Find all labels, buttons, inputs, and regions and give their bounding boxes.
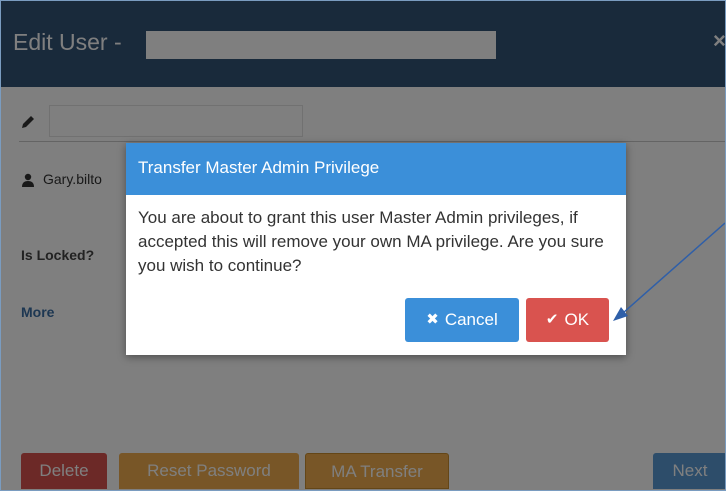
confirm-dialog-header: Transfer Master Admin Privilege <box>126 143 626 195</box>
cancel-button-label: Cancel <box>444 310 498 329</box>
confirm-dialog-title: Transfer Master Admin Privilege <box>138 158 380 177</box>
ok-button[interactable]: ✔ OK <box>526 298 609 342</box>
times-icon: ✖ <box>426 311 439 328</box>
confirm-dialog-message: You are about to grant this user Master … <box>138 208 604 275</box>
confirm-dialog: Transfer Master Admin Privilege You are … <box>126 143 626 355</box>
check-icon: ✔ <box>545 311 559 328</box>
cancel-button[interactable]: ✖ Cancel <box>405 298 519 342</box>
ok-button-label: OK <box>564 310 590 329</box>
screenshot-frame: Edit User - × Gary.bilto Is Locked? More… <box>0 0 726 491</box>
